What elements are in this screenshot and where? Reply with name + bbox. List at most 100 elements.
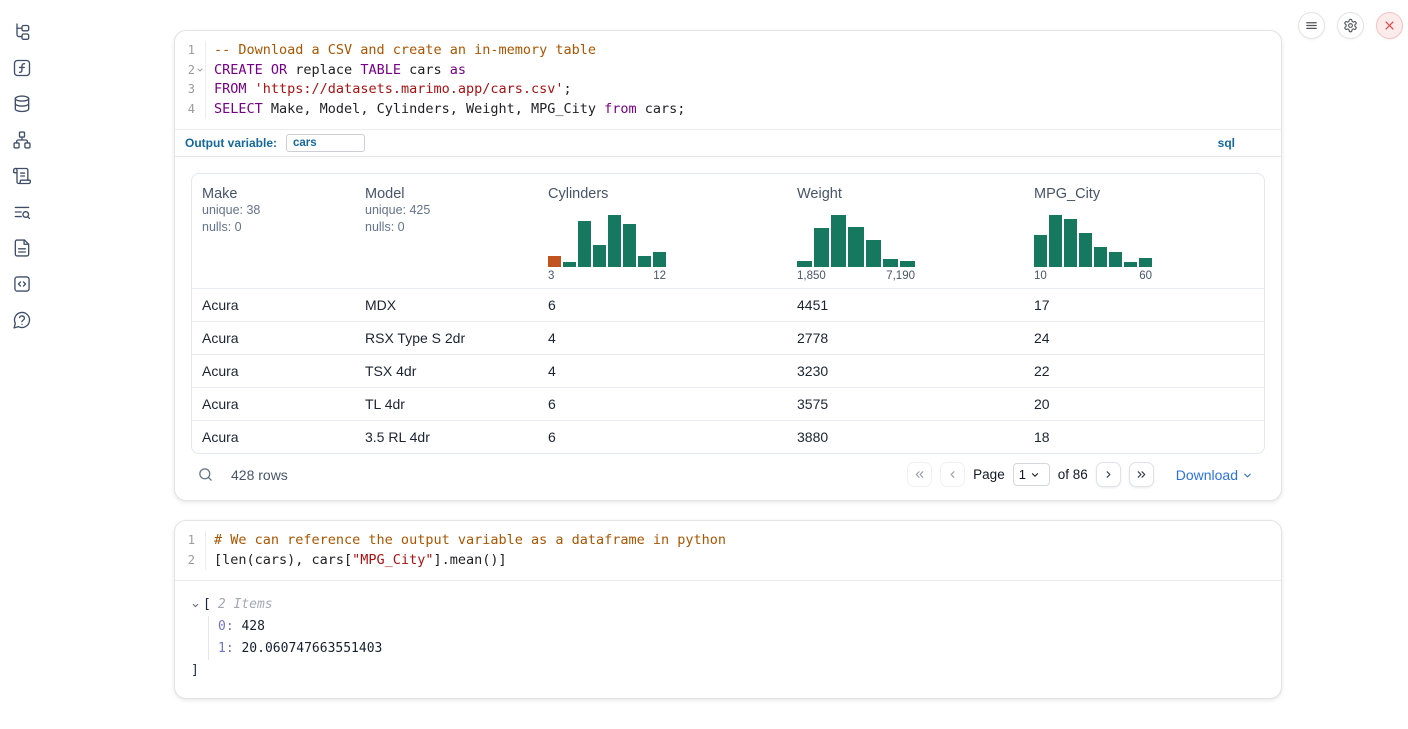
output-variable-input[interactable] xyxy=(286,134,365,152)
histogram-bar xyxy=(883,259,898,267)
table-cell: Acura xyxy=(192,297,355,313)
document-icon[interactable] xyxy=(11,237,33,259)
histogram-bar xyxy=(1049,215,1062,267)
open-bracket: [ xyxy=(203,594,211,616)
histogram: 1,8507,190 xyxy=(797,215,915,282)
menu-icon[interactable] xyxy=(1298,12,1325,39)
column-meta: unique: 38 xyxy=(202,202,345,219)
function-square-icon[interactable] xyxy=(11,57,33,79)
table-cell: 3575 xyxy=(787,396,1024,412)
column-header[interactable]: MPG_City 1060 xyxy=(1024,174,1264,288)
histogram-bar xyxy=(578,221,591,267)
top-actions xyxy=(1298,12,1403,39)
table-footer: 428 rows Page 1 of 86 xyxy=(191,454,1265,495)
column-title: Weight xyxy=(797,186,1014,202)
python-code-editor[interactable]: 1# We can reference the output variable … xyxy=(175,521,1281,580)
code-line: 2CREATE OR replace TABLE cars as xyxy=(175,61,1281,81)
table-row[interactable]: AcuraRSX Type S 2dr4277824 xyxy=(192,321,1264,354)
histogram-bar xyxy=(848,227,863,267)
left-sidebar xyxy=(0,0,44,729)
table-header: Makeunique: 38nulls: 0Modelunique: 425nu… xyxy=(192,174,1264,288)
items-count: 2 Items xyxy=(218,594,273,616)
file-tree-icon[interactable] xyxy=(11,21,33,43)
code-line: 4SELECT Make, Model, Cylinders, Weight, … xyxy=(175,100,1281,120)
column-header[interactable]: Modelunique: 425nulls: 0 xyxy=(355,174,538,288)
fold-spacer xyxy=(195,535,205,547)
download-button[interactable]: Download xyxy=(1176,467,1253,483)
histogram-bar xyxy=(1034,235,1047,267)
histogram: 1060 xyxy=(1034,215,1152,282)
histogram: 3 12 xyxy=(548,215,666,282)
table-row[interactable]: AcuraTL 4dr6357520 xyxy=(192,387,1264,420)
column-header[interactable]: Weight 1,8507,190 xyxy=(787,174,1024,288)
table-body: AcuraMDX6445117AcuraRSX Type S 2dr427782… xyxy=(192,288,1264,453)
column-title: Make xyxy=(202,186,345,202)
table-row[interactable]: Acura3.5 RL 4dr6388018 xyxy=(192,420,1264,453)
table-cell: Acura xyxy=(192,429,355,445)
search-icon[interactable] xyxy=(197,466,214,483)
table-cell: 22 xyxy=(1024,363,1264,379)
histogram-bar xyxy=(593,245,606,267)
code-line: 1-- Download a CSV and create an in-memo… xyxy=(175,41,1281,61)
help-circle-icon[interactable] xyxy=(11,309,33,331)
chevron-down-icon[interactable] xyxy=(191,601,203,610)
code-line: 1# We can reference the output variable … xyxy=(175,531,1281,551)
code-line: 3FROM 'https://datasets.marimo.app/cars.… xyxy=(175,80,1281,100)
axis-max-label: 12 xyxy=(653,270,666,282)
close-icon[interactable] xyxy=(1376,12,1403,39)
table-cell: 20 xyxy=(1024,396,1264,412)
code-box-icon[interactable] xyxy=(11,273,33,295)
fold-spacer xyxy=(195,554,205,566)
histogram-bar xyxy=(1139,258,1152,267)
table-row[interactable]: AcuraTSX 4dr4323022 xyxy=(192,354,1264,387)
column-title: Model xyxy=(365,186,528,202)
column-meta: nulls: 0 xyxy=(365,219,528,236)
column-meta: unique: 425 xyxy=(365,202,528,219)
table-cell: 24 xyxy=(1024,330,1264,346)
histogram-bar xyxy=(831,215,846,267)
histogram-bar xyxy=(623,224,636,267)
table-cell: TSX 4dr xyxy=(355,363,538,379)
table-cell: RSX Type S 2dr xyxy=(355,330,538,346)
table-row[interactable]: AcuraMDX6445117 xyxy=(192,288,1264,321)
dependency-graph-icon[interactable] xyxy=(11,129,33,151)
table-cell: 6 xyxy=(538,297,787,313)
axis-min-label: 3 xyxy=(548,270,554,282)
histogram-bar xyxy=(1064,219,1077,267)
database-icon[interactable] xyxy=(11,93,33,115)
table-cell: MDX xyxy=(355,297,538,313)
page-of-text: of 86 xyxy=(1058,467,1088,482)
table-cell: TL 4dr xyxy=(355,396,538,412)
histogram-bar xyxy=(653,252,666,267)
table-cell: 4 xyxy=(538,330,787,346)
column-header[interactable]: Cylinders312 xyxy=(538,174,787,288)
line-number: 1 xyxy=(175,41,206,61)
line-number: 4 xyxy=(175,100,206,120)
scroll-icon[interactable] xyxy=(11,165,33,187)
first-page-icon[interactable] xyxy=(907,462,932,487)
language-badge[interactable]: sql xyxy=(1218,136,1235,150)
page-label: Page xyxy=(973,467,1005,482)
sql-cell: 1-- Download a CSV and create an in-memo… xyxy=(174,30,1282,501)
next-page-icon[interactable] xyxy=(1096,462,1121,487)
last-page-icon[interactable] xyxy=(1129,462,1154,487)
histogram-bar xyxy=(797,261,812,267)
column-header[interactable]: Makeunique: 38nulls: 0 xyxy=(192,174,355,288)
axis-min-label: 10 xyxy=(1034,270,1047,282)
settings-gear-icon[interactable] xyxy=(1337,12,1364,39)
page-select-value: 1 xyxy=(1019,467,1026,482)
fold-chevron-icon xyxy=(195,64,205,76)
column-title: MPG_City xyxy=(1034,186,1254,202)
tree-output: [ 2 Items 0: 4281: 20.060747663551403 ] xyxy=(175,580,1281,698)
histogram-bar xyxy=(1079,233,1092,267)
sql-code-editor[interactable]: 1-- Download a CSV and create an in-memo… xyxy=(175,31,1281,129)
tree-entry: 1: 20.060747663551403 xyxy=(218,638,1265,660)
histogram-bar xyxy=(814,228,829,267)
histogram-bar xyxy=(548,256,561,267)
previous-page-icon[interactable] xyxy=(940,462,965,487)
page-select[interactable]: 1 xyxy=(1013,463,1050,486)
output-variable-row: Output variable: sql xyxy=(175,129,1281,157)
axis-max-label: 7,190 xyxy=(886,270,915,282)
table-cell: 3880 xyxy=(787,429,1024,445)
list-search-icon[interactable] xyxy=(11,201,33,223)
